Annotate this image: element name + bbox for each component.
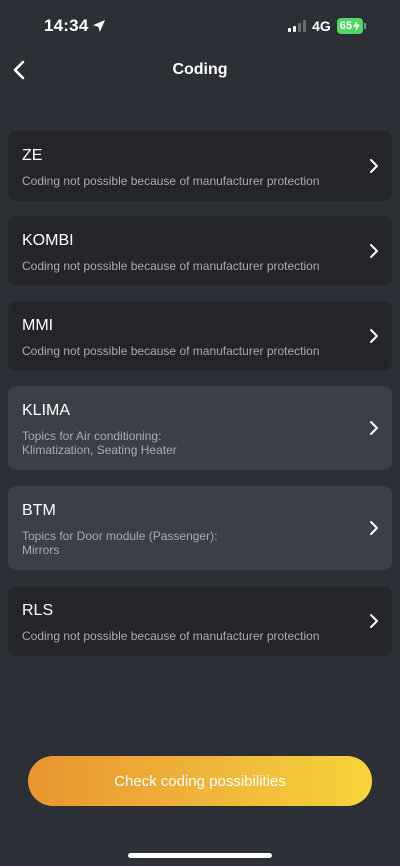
module-item-klima[interactable]: KLIMA Topics for Air conditioning: Klima… [8,386,392,470]
module-item-mmi[interactable]: MMI Coding not possible because of manuf… [8,301,392,371]
nav-header: Coding [0,52,400,90]
chevron-right-icon [370,159,378,173]
module-name: MMI [22,317,54,334]
status-time: 14:34 [44,16,89,35]
module-item-ze[interactable]: ZE Coding not possible because of manufa… [8,131,392,201]
module-name: BTM [22,502,56,519]
battery-percent: 65 [339,20,352,32]
module-item-rls[interactable]: RLS Coding not possible because of manuf… [8,586,392,656]
chevron-right-icon [370,244,378,258]
module-item-btm[interactable]: BTM Topics for Door module (Passenger): … [8,486,392,570]
home-indicator[interactable] [128,853,272,858]
chevron-right-icon [370,421,378,435]
check-coding-button[interactable]: Check coding possibilities [28,756,372,806]
battery-cap [364,23,366,29]
status-bar: 14:34 4G 65 [0,0,400,52]
location-arrow-icon [93,20,106,32]
module-name: ZE [22,147,43,164]
module-description: Coding not possible because of manufactu… [22,174,320,188]
page-title: Coding [172,61,228,78]
module-description: Topics for Air conditioning: Klimatizati… [22,429,177,457]
module-description: Topics for Door module (Passenger): Mirr… [22,529,218,557]
module-name: KOMBI [22,232,74,249]
module-description: Coding not possible because of manufactu… [22,629,320,643]
module-description: Coding not possible because of manufactu… [22,259,320,273]
module-name: KLIMA [22,402,71,419]
battery-indicator: 65 [336,18,366,34]
cellular-signal-icon [288,20,307,32]
battery-charging-icon [353,21,360,31]
chevron-right-icon [370,521,378,535]
status-indicators: 4G 65 [288,18,366,34]
network-type: 4G [312,18,331,34]
chevron-right-icon [370,614,378,628]
module-name: RLS [22,602,54,619]
chevron-right-icon [370,329,378,343]
time-group: 14:34 [44,16,106,36]
module-item-kombi[interactable]: KOMBI Coding not possible because of man… [8,216,392,286]
battery-level: 65 [336,18,363,34]
module-description: Coding not possible because of manufactu… [22,344,320,358]
